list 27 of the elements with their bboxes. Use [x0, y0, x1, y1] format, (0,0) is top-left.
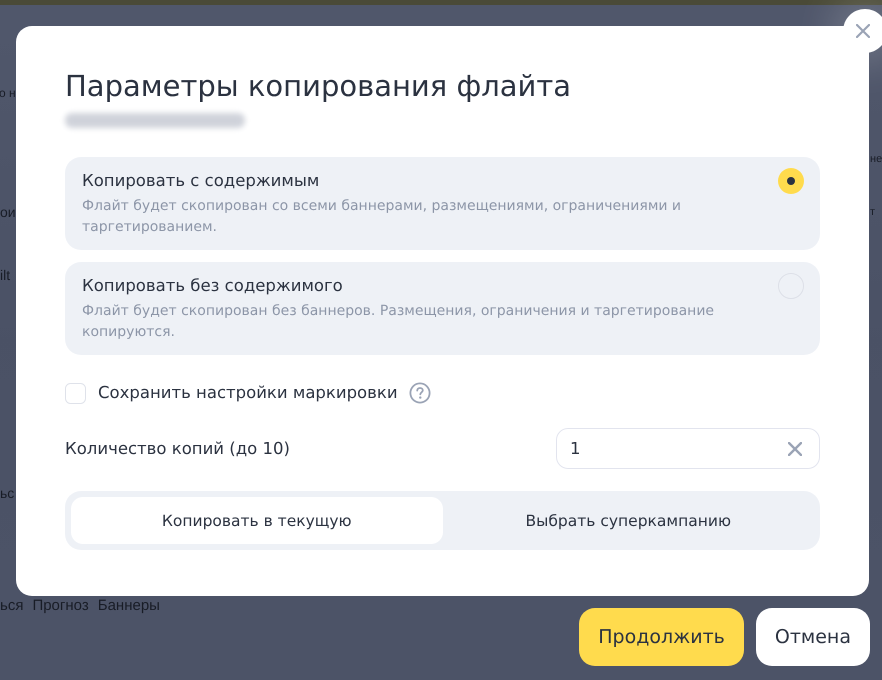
checkbox-label: Сохранить настройки маркировки — [98, 383, 398, 403]
copies-input[interactable]: 1 — [556, 428, 820, 469]
checkbox[interactable] — [65, 382, 86, 404]
copies-label: Количество копий (до 10) — [65, 438, 290, 458]
background-text: ься — [0, 597, 24, 615]
option-description: Флайт будет скопирован со всеми баннерами, размещениями, ограничениями и таргетированием. — [82, 197, 682, 237]
background-text: Прогноз — [32, 597, 89, 615]
background-text: ilt — [0, 266, 10, 284]
continue-button[interactable]: Продолжить — [579, 608, 744, 666]
background-text: не — [870, 152, 882, 167]
background-text: Баннеры — [98, 597, 160, 615]
background-text: ои — [0, 203, 16, 221]
close-icon — [856, 24, 870, 38]
background-text: т — [870, 205, 876, 220]
help-icon[interactable] — [408, 382, 431, 404]
option-title: Копировать с содержимым — [82, 171, 320, 191]
segment-tab[interactable]: Копировать в текущую — [71, 497, 442, 544]
background-text: ьс — [0, 484, 14, 502]
radio-button[interactable] — [778, 168, 804, 194]
option-description: Флайт будет скопирован без баннеров. Размещения, ограничения и таргетирование копируются. — [82, 302, 716, 342]
option-card[interactable]: Копировать без содержимого Флайт будет скопирован без баннеров. Размещения, ограничения и таргетирование копируются. — [65, 262, 820, 355]
dialog-title: Параметры копирования флайта — [65, 68, 572, 104]
segment-tab[interactable]: Выбрать суперкампанию — [442, 497, 814, 544]
cancel-button[interactable]: Отмена — [756, 608, 870, 666]
clear-icon[interactable] — [788, 442, 802, 456]
option-card[interactable]: Копировать с содержимым Флайт будет скопирован со всеми баннерами, размещениями, ограничениями и таргетированием. — [65, 157, 820, 250]
option-title: Копировать без содержимого — [82, 276, 344, 296]
